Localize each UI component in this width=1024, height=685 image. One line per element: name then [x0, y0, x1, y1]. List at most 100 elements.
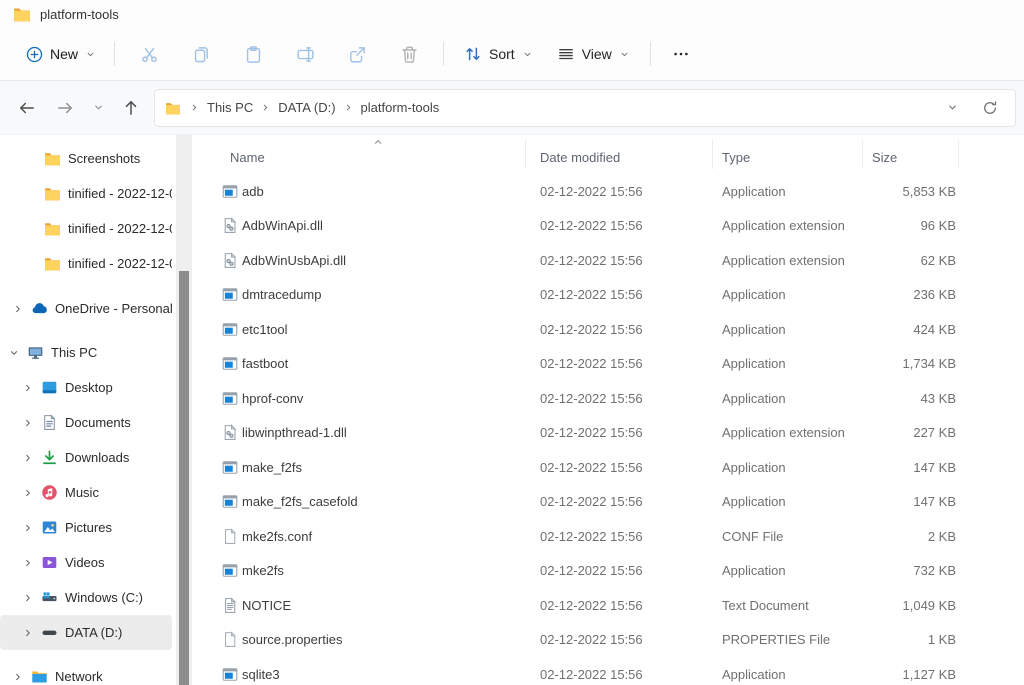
address-bar[interactable]: This PC DATA (D:) platform-tools	[154, 89, 1016, 127]
chevron-right-icon[interactable]	[22, 452, 34, 464]
file-type: Application extension	[722, 218, 872, 233]
column-header-date[interactable]: Date modified	[540, 150, 722, 165]
file-date: 02-12-2022 15:56	[540, 598, 722, 613]
file-row[interactable]: adb 02-12-2022 15:56 Application 5,853 K…	[192, 174, 1024, 209]
ellipsis-icon	[672, 45, 690, 63]
sidebar-item-onedrive[interactable]: OneDrive - Personal	[0, 291, 172, 326]
file-row[interactable]: source.properties 02-12-2022 15:56 PROPE…	[192, 623, 1024, 658]
new-button-label: New	[50, 46, 78, 62]
file-name: mke2fs.conf	[242, 529, 540, 544]
sidebar-item-screenshots[interactable]: Screenshots	[0, 141, 172, 176]
chevron-right-icon[interactable]	[22, 592, 34, 604]
cut-button[interactable]	[123, 36, 175, 72]
recent-locations-button[interactable]	[84, 90, 112, 126]
paste-button[interactable]	[227, 36, 279, 72]
file-date: 02-12-2022 15:56	[540, 356, 722, 371]
copy-button[interactable]	[175, 36, 227, 72]
rename-button[interactable]	[279, 36, 331, 72]
chevron-right-icon[interactable]	[22, 487, 34, 499]
folder-icon	[44, 255, 61, 272]
chevron-right-icon[interactable]	[12, 303, 24, 315]
sidebar-item-documents[interactable]: Documents	[0, 405, 172, 440]
chevron-right-icon[interactable]	[22, 522, 34, 534]
column-headers: Name Date modified Type Size	[192, 135, 1024, 174]
chevron-down-icon[interactable]	[8, 347, 20, 359]
file-date: 02-12-2022 15:56	[540, 184, 722, 199]
view-button[interactable]: View	[545, 36, 642, 72]
file-row[interactable]: AdbWinUsbApi.dll 02-12-2022 15:56 Applic…	[192, 243, 1024, 278]
file-row[interactable]: AdbWinApi.dll 02-12-2022 15:56 Applicati…	[192, 209, 1024, 244]
chevron-right-icon[interactable]	[22, 382, 34, 394]
downloads-icon	[41, 449, 58, 466]
sidebar-item-tinified-2[interactable]: tinified - 2022-12-0	[0, 211, 172, 246]
file-name: adb	[242, 184, 540, 199]
up-button[interactable]	[112, 90, 150, 126]
file-row[interactable]: make_f2fs 02-12-2022 15:56 Application 1…	[192, 450, 1024, 485]
copy-icon	[192, 45, 211, 64]
file-row[interactable]: hprof-conv 02-12-2022 15:56 Application …	[192, 381, 1024, 416]
sidebar-item-videos[interactable]: Videos	[0, 545, 172, 580]
file-date: 02-12-2022 15:56	[540, 218, 722, 233]
file-row[interactable]: NOTICE 02-12-2022 15:56 Text Document 1,…	[192, 588, 1024, 623]
column-header-size[interactable]: Size	[872, 150, 956, 165]
file-name: source.properties	[242, 632, 540, 647]
breadcrumb-segment[interactable]: DATA (D:)	[271, 100, 342, 115]
column-header-name[interactable]: Name	[230, 150, 540, 165]
new-button[interactable]: New	[16, 36, 106, 72]
column-separator[interactable]	[525, 140, 526, 169]
application-icon	[218, 321, 242, 338]
address-dropdown-button[interactable]	[933, 90, 971, 126]
windows-drive-icon	[41, 589, 58, 606]
share-button[interactable]	[331, 36, 383, 72]
file-size: 236 KB	[872, 287, 956, 302]
see-more-button[interactable]	[659, 36, 703, 72]
column-header-type[interactable]: Type	[722, 150, 872, 165]
application-icon	[218, 355, 242, 372]
file-rows: adb 02-12-2022 15:56 Application 5,853 K…	[192, 174, 1024, 685]
sidebar-item-tinified-3[interactable]: tinified - 2022-12-0	[0, 246, 172, 281]
sidebar-item-desktop[interactable]: Desktop	[0, 370, 172, 405]
sidebar-item-this-pc[interactable]: This PC	[0, 335, 172, 370]
file-row[interactable]: dmtracedump 02-12-2022 15:56 Application…	[192, 278, 1024, 313]
onedrive-cloud-icon	[31, 300, 48, 317]
breadcrumb-segment[interactable]: platform-tools	[354, 100, 447, 115]
share-icon	[348, 45, 367, 64]
refresh-icon	[982, 100, 998, 116]
sidebar-item-network[interactable]: Network	[0, 659, 172, 685]
back-button[interactable]	[8, 90, 46, 126]
music-icon	[41, 484, 58, 501]
file-row[interactable]: mke2fs.conf 02-12-2022 15:56 CONF File 2…	[192, 519, 1024, 554]
sidebar-item-data-d[interactable]: DATA (D:)	[0, 615, 172, 650]
chevron-right-icon[interactable]	[22, 557, 34, 569]
file-row[interactable]: make_f2fs_casefold 02-12-2022 15:56 Appl…	[192, 485, 1024, 520]
sidebar-item-tinified-1[interactable]: tinified - 2022-12-0	[0, 176, 172, 211]
file-row[interactable]: fastboot 02-12-2022 15:56 Application 1,…	[192, 347, 1024, 382]
window-title: platform-tools	[40, 7, 119, 22]
refresh-button[interactable]	[971, 90, 1009, 126]
sort-button[interactable]: Sort	[452, 36, 545, 72]
file-row[interactable]: etc1tool 02-12-2022 15:56 Application 42…	[192, 312, 1024, 347]
sidebar-item-downloads[interactable]: Downloads	[0, 440, 172, 475]
file-size: 424 KB	[872, 322, 956, 337]
sidebar-item-pictures[interactable]: Pictures	[0, 510, 172, 545]
forward-button[interactable]	[46, 90, 84, 126]
sidebar-item-music[interactable]: Music	[0, 475, 172, 510]
column-separator[interactable]	[958, 140, 959, 169]
sidebar-scrollbar[interactable]	[176, 135, 192, 685]
chevron-right-icon[interactable]	[22, 627, 34, 639]
column-separator[interactable]	[712, 140, 713, 169]
delete-button[interactable]	[383, 36, 435, 72]
file-size: 1 KB	[872, 632, 956, 647]
arrow-right-icon	[56, 99, 74, 117]
column-separator[interactable]	[862, 140, 863, 169]
chevron-right-icon[interactable]	[22, 417, 34, 429]
file-type: CONF File	[722, 529, 872, 544]
sidebar-scrollbar-thumb[interactable]	[179, 271, 189, 685]
file-name: AdbWinApi.dll	[242, 218, 540, 233]
breadcrumb-segment[interactable]: This PC	[200, 100, 260, 115]
file-row[interactable]: sqlite3 02-12-2022 15:56 Application 1,1…	[192, 657, 1024, 685]
file-row[interactable]: libwinpthread-1.dll 02-12-2022 15:56 App…	[192, 416, 1024, 451]
sidebar-item-windows-c[interactable]: Windows (C:)	[0, 580, 172, 615]
file-row[interactable]: mke2fs 02-12-2022 15:56 Application 732 …	[192, 554, 1024, 589]
chevron-right-icon[interactable]	[12, 671, 24, 683]
